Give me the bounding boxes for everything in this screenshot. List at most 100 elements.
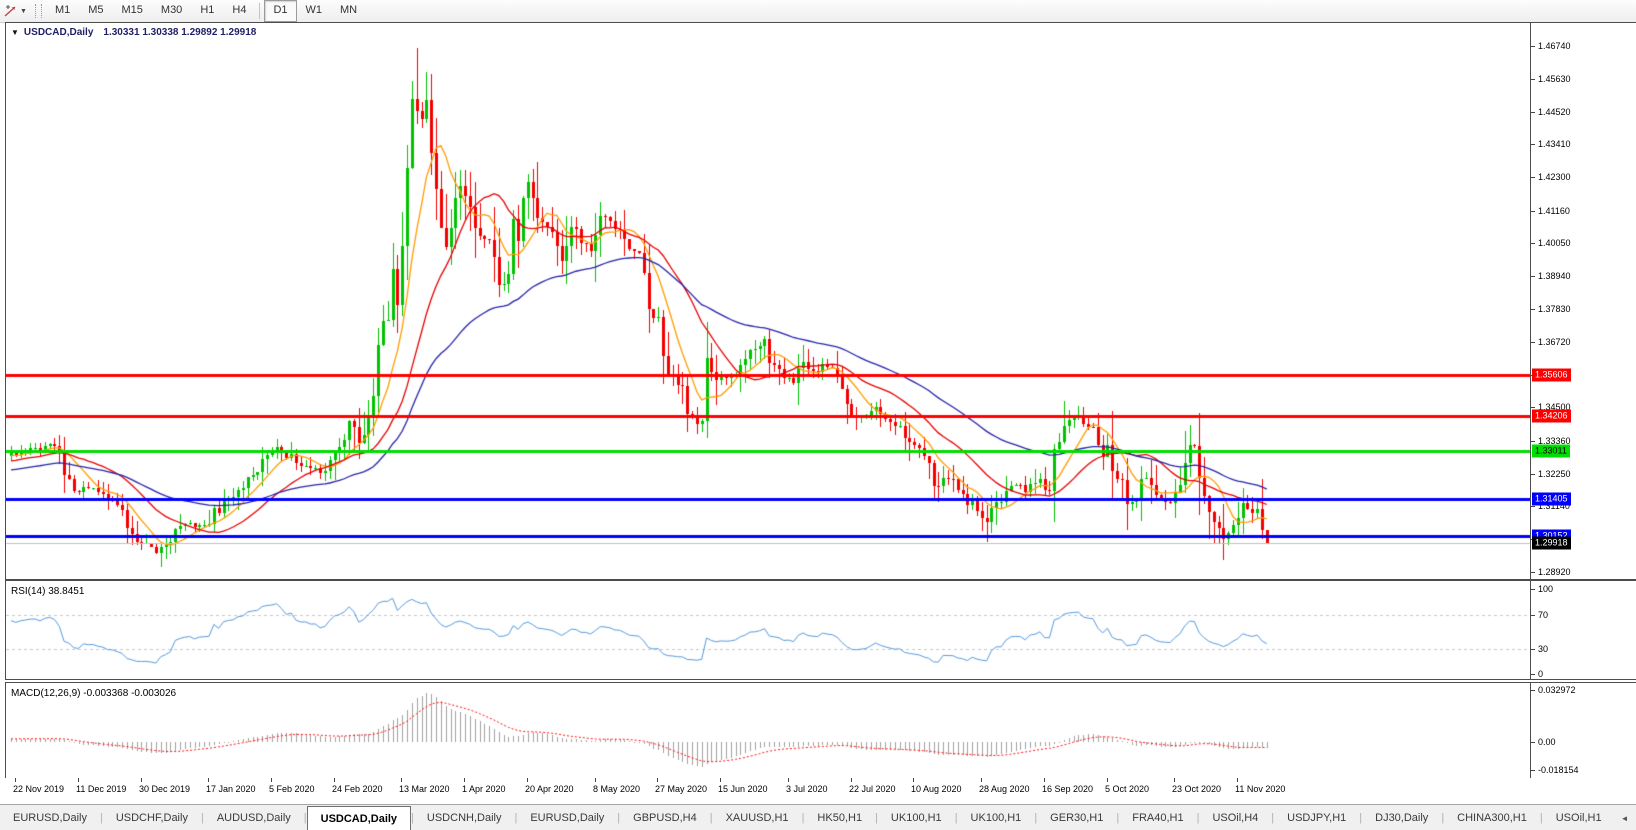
macd-label: MACD(12,26,9) -0.003368 -0.003026 bbox=[11, 688, 177, 699]
chart-tab-usdcad-daily[interactable]: USDCAD,Daily bbox=[306, 806, 412, 830]
main-chart-pane[interactable]: ▼ USDCAD,Daily 1.30331 1.30338 1.29892 1.2… bbox=[5, 22, 1636, 580]
price-tick-label: 1.40050 bbox=[1538, 238, 1571, 249]
chart-title: ▼ USDCAD,Daily 1.30331 1.30338 1.29892 1.2… bbox=[11, 27, 256, 38]
chart-tab-eurusd-daily[interactable]: EURUSD,Daily bbox=[517, 805, 617, 830]
rsi-axis[interactable]: 100 70 30 0 bbox=[1531, 581, 1636, 679]
chart-tab-usdchf-daily[interactable]: USDCHF,Daily bbox=[103, 805, 201, 830]
date-tick bbox=[1107, 778, 1108, 782]
date-label: 16 Sep 2020 bbox=[1042, 784, 1094, 794]
date-tick bbox=[657, 778, 658, 782]
date-label: 28 Aug 2020 bbox=[979, 784, 1030, 794]
timeframe-button-m1[interactable]: M1 bbox=[46, 0, 79, 22]
timeframe-button-mn[interactable]: MN bbox=[331, 0, 366, 22]
date-label: 17 Jan 2020 bbox=[206, 784, 256, 794]
price-tick bbox=[1531, 46, 1535, 47]
price-tick-label: 1.44520 bbox=[1538, 106, 1571, 117]
price-tick-label: 1.43410 bbox=[1538, 139, 1571, 150]
price-tick bbox=[1531, 407, 1535, 408]
timeframe-button-d1[interactable]: D1 bbox=[264, 0, 297, 22]
chart-tab-dj30-daily[interactable]: DJ30,Daily bbox=[1362, 805, 1441, 830]
date-label: 22 Nov 2019 bbox=[13, 784, 65, 794]
date-label: 30 Dec 2019 bbox=[139, 784, 191, 794]
chart-tab-fra40-h1[interactable]: FRA40,H1 bbox=[1119, 805, 1196, 830]
chart-tab-china300-h1[interactable]: CHINA300,H1 bbox=[1444, 805, 1540, 830]
price-tick-label: 1.42300 bbox=[1538, 172, 1571, 183]
macd-tick bbox=[1531, 742, 1535, 743]
date-tick bbox=[401, 778, 402, 782]
timeframe-button-m5[interactable]: M5 bbox=[79, 0, 112, 22]
timeframe-button-w1[interactable]: W1 bbox=[297, 0, 332, 22]
macd-axis[interactable]: 0.032972 0.00 -0.018154 bbox=[1531, 683, 1636, 779]
chart-tab-uk100-h1[interactable]: UK100,H1 bbox=[958, 805, 1035, 830]
date-tick bbox=[464, 778, 465, 782]
chart-tab-usdcnh-daily[interactable]: USDCNH,Daily bbox=[414, 805, 515, 830]
date-label: 23 Oct 2020 bbox=[1172, 784, 1222, 794]
price-tick bbox=[1531, 441, 1535, 442]
date-label: 27 May 2020 bbox=[655, 784, 708, 794]
rsi-tick-label: 100 bbox=[1538, 584, 1554, 594]
price-tick bbox=[1531, 177, 1535, 178]
date-tick bbox=[788, 778, 789, 782]
rsi-label: RSI(14) 38.8451 bbox=[11, 586, 85, 597]
macd-tick-label: 0.032972 bbox=[1538, 685, 1576, 695]
chart-tab-usoil-h4[interactable]: USOil,H4 bbox=[1199, 805, 1271, 830]
timeframe-button-h1[interactable]: H1 bbox=[191, 0, 223, 22]
mt4-window: ▼ M1 M5 M15 M30 H1 H4 D1 W1 MN ▼ USDCAD,Daily 1.30… bbox=[0, 0, 1636, 830]
timeframe-buttons: M1 M5 M15 M30 H1 H4 D1 W1 MN bbox=[46, 0, 366, 22]
ohlc-values: 1.30331 1.30338 1.29892 1.29918 bbox=[103, 27, 257, 38]
price-chart-canvas[interactable] bbox=[6, 23, 1530, 577]
rsi-tick-label: 70 bbox=[1538, 609, 1549, 620]
price-tick bbox=[1531, 112, 1535, 113]
rsi-tick-label: 30 bbox=[1538, 643, 1549, 654]
date-label: 5 Feb 2020 bbox=[269, 784, 315, 794]
tab-scroll-left-icon[interactable]: ◄ bbox=[1621, 814, 1629, 823]
macd-pane[interactable]: MACD(12,26,9) -0.003368 -0.003026 0.0329… bbox=[5, 682, 1636, 780]
chart-tab-gbpusd-h4[interactable]: GBPUSD,H4 bbox=[620, 805, 710, 830]
price-line-badge: 1.34206 bbox=[1532, 409, 1571, 423]
price-line-badge: 1.29918 bbox=[1532, 536, 1571, 550]
date-axis[interactable]: 22 Nov 2019 11 Dec 2019 30 Dec 2019 17 Jan … bbox=[5, 778, 1636, 802]
date-tick bbox=[981, 778, 982, 782]
crosshair-line-tool-icon[interactable] bbox=[0, 2, 20, 20]
rsi-canvas[interactable] bbox=[6, 581, 1530, 677]
chart-tab-hk50-h1[interactable]: HK50,H1 bbox=[804, 805, 875, 830]
date-tick bbox=[595, 778, 596, 782]
tab-scroll-controls: ◄► bbox=[1615, 805, 1636, 830]
timeframe-button-h4[interactable]: H4 bbox=[223, 0, 255, 22]
chart-tab-bar: EURUSD,Daily | USDCHF,Daily | AUDUSD,Daily | U… bbox=[0, 804, 1636, 830]
date-tick bbox=[851, 778, 852, 782]
rsi-tick bbox=[1531, 674, 1535, 675]
chart-tab-audusd-daily[interactable]: AUDUSD,Daily bbox=[204, 805, 304, 830]
date-tick bbox=[271, 778, 272, 782]
chart-tab-usoil-h1[interactable]: USOil,H1 bbox=[1543, 805, 1615, 830]
macd-canvas[interactable] bbox=[6, 683, 1530, 777]
tool-dropdown-caret-icon[interactable]: ▼ bbox=[20, 8, 31, 15]
chart-tab-eurusd-daily[interactable]: EURUSD,Daily bbox=[0, 805, 100, 830]
macd-tick-label: -0.018154 bbox=[1538, 765, 1579, 775]
timeframe-button-m30[interactable]: M30 bbox=[152, 0, 191, 22]
price-axis[interactable]: 1.46740 1.45630 1.44520 1.43410 1.42300 1.411… bbox=[1531, 23, 1636, 579]
date-tick bbox=[208, 778, 209, 782]
rsi-tick bbox=[1531, 589, 1535, 590]
price-tick-label: 1.36720 bbox=[1538, 336, 1571, 347]
price-line-badge: 1.35606 bbox=[1532, 368, 1571, 382]
price-line-badge: 1.31405 bbox=[1532, 492, 1571, 506]
price-tick bbox=[1531, 572, 1535, 573]
chart-tab-uk100-h1[interactable]: UK100,H1 bbox=[878, 805, 955, 830]
rsi-pane[interactable]: RSI(14) 38.8451 100 70 30 0 bbox=[5, 580, 1636, 680]
date-tick bbox=[720, 778, 721, 782]
chart-tab-xauusd-h1[interactable]: XAUUSD,H1 bbox=[713, 805, 802, 830]
price-tick-label: 1.37830 bbox=[1538, 304, 1571, 314]
date-tick bbox=[1174, 778, 1175, 782]
chart-objects-caret-icon[interactable]: ▼ bbox=[11, 28, 19, 37]
timeframe-button-m15[interactable]: M15 bbox=[113, 0, 152, 22]
price-tick bbox=[1531, 243, 1535, 244]
macd-tick bbox=[1531, 690, 1535, 691]
date-label: 22 Jul 2020 bbox=[849, 784, 896, 794]
date-tick bbox=[334, 778, 335, 782]
chart-tab-usdjpy-h1[interactable]: USDJPY,H1 bbox=[1274, 805, 1359, 830]
price-tick-label: 1.45630 bbox=[1538, 73, 1571, 84]
date-label: 11 Dec 2019 bbox=[76, 784, 127, 794]
chart-tab-ger30-h1[interactable]: GER30,H1 bbox=[1037, 805, 1116, 830]
price-tick-label: 1.38940 bbox=[1538, 271, 1571, 282]
